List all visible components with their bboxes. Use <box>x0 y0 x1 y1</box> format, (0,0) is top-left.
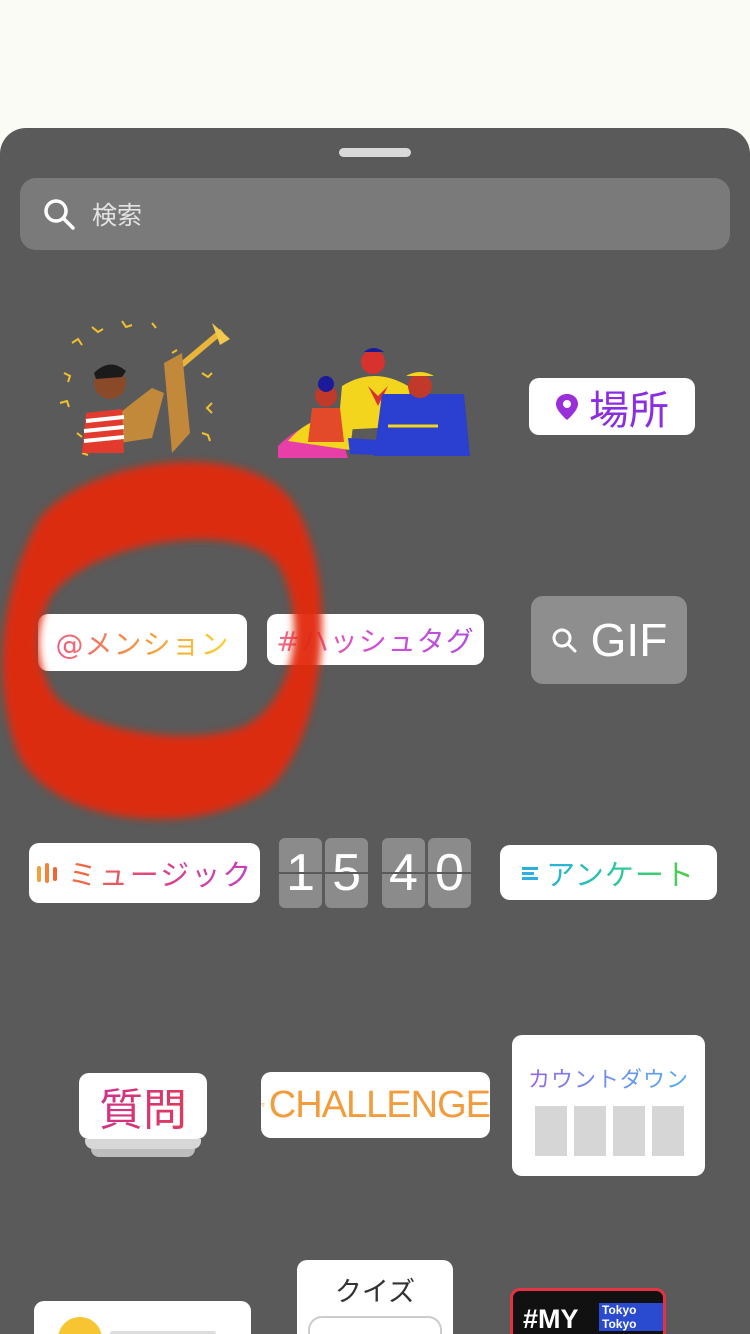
clock-digit: 1 <box>279 838 323 908</box>
location-sticker[interactable]: 場所 <box>529 378 695 435</box>
challenge-sticker[interactable]: CHALLENGE <box>261 1072 491 1138</box>
countdown-box <box>574 1106 606 1156</box>
music-label: ミュージック <box>68 852 253 894</box>
search-placeholder: 検索 <box>92 201 143 230</box>
emoji-slider-sticker[interactable] <box>34 1301 251 1334</box>
quiz-sticker[interactable]: クイズ <box>297 1260 453 1334</box>
people-group-sticker[interactable] <box>278 346 474 462</box>
search-bar[interactable]: 検索 <box>20 178 730 250</box>
stack-shadow <box>91 1149 195 1157</box>
countdown-label: カウントダウン <box>512 1062 705 1094</box>
question-sticker[interactable]: 質問 <box>79 1073 207 1157</box>
heart-eyes-emoji-icon <box>58 1317 102 1334</box>
location-label: 場所 <box>589 387 669 434</box>
mention-sticker[interactable]: @メンション <box>38 614 247 671</box>
clock-sticker[interactable]: 1 5 4 0 <box>279 838 472 908</box>
countdown-box <box>535 1106 567 1156</box>
quiz-label: クイズ <box>334 1277 416 1308</box>
challenge-label: CHALLENGE <box>268 1083 491 1126</box>
my-tokyo-label: #MY <box>523 1304 579 1334</box>
poll-label: アンケート <box>546 852 695 894</box>
clock-digit: 5 <box>325 838 369 908</box>
countdown-box <box>652 1106 684 1156</box>
mention-label: @メンション <box>55 623 229 663</box>
clock-digit: 4 <box>381 838 426 908</box>
stack-shadow <box>85 1139 201 1149</box>
hashtag-label: #ハッシュタグ <box>276 620 474 660</box>
question-label: 質問 <box>99 1074 187 1138</box>
location-pin-icon <box>556 393 578 420</box>
list-lines-icon <box>522 866 539 880</box>
sticker-sheet: 検索 場所 @メンション #ハッシュタグ GIF ミュージック 1 5 4 0 … <box>0 128 750 1334</box>
poll-sticker[interactable]: アンケート <box>500 845 717 900</box>
trophy-icon <box>261 1103 265 1107</box>
my-tokyo-sticker[interactable]: #MY Tokyo Tokyo <box>510 1288 666 1334</box>
tokyo-tag: Tokyo Tokyo <box>599 1303 663 1331</box>
clock-digit: 0 <box>427 838 472 908</box>
trumpet-player-sticker[interactable] <box>52 313 232 473</box>
audio-bars-icon <box>36 863 57 883</box>
gif-sticker[interactable]: GIF <box>531 596 687 684</box>
countdown-boxes <box>535 1106 684 1156</box>
hashtag-sticker[interactable]: #ハッシュタグ <box>267 614 484 665</box>
sheet-grabber[interactable] <box>339 148 411 157</box>
countdown-box <box>613 1106 645 1156</box>
countdown-sticker[interactable]: カウントダウン <box>512 1035 705 1176</box>
gif-label: GIF <box>590 614 668 666</box>
quiz-option <box>308 1316 442 1334</box>
search-icon <box>552 628 577 653</box>
music-sticker[interactable]: ミュージック <box>29 843 260 903</box>
search-icon <box>44 199 75 230</box>
